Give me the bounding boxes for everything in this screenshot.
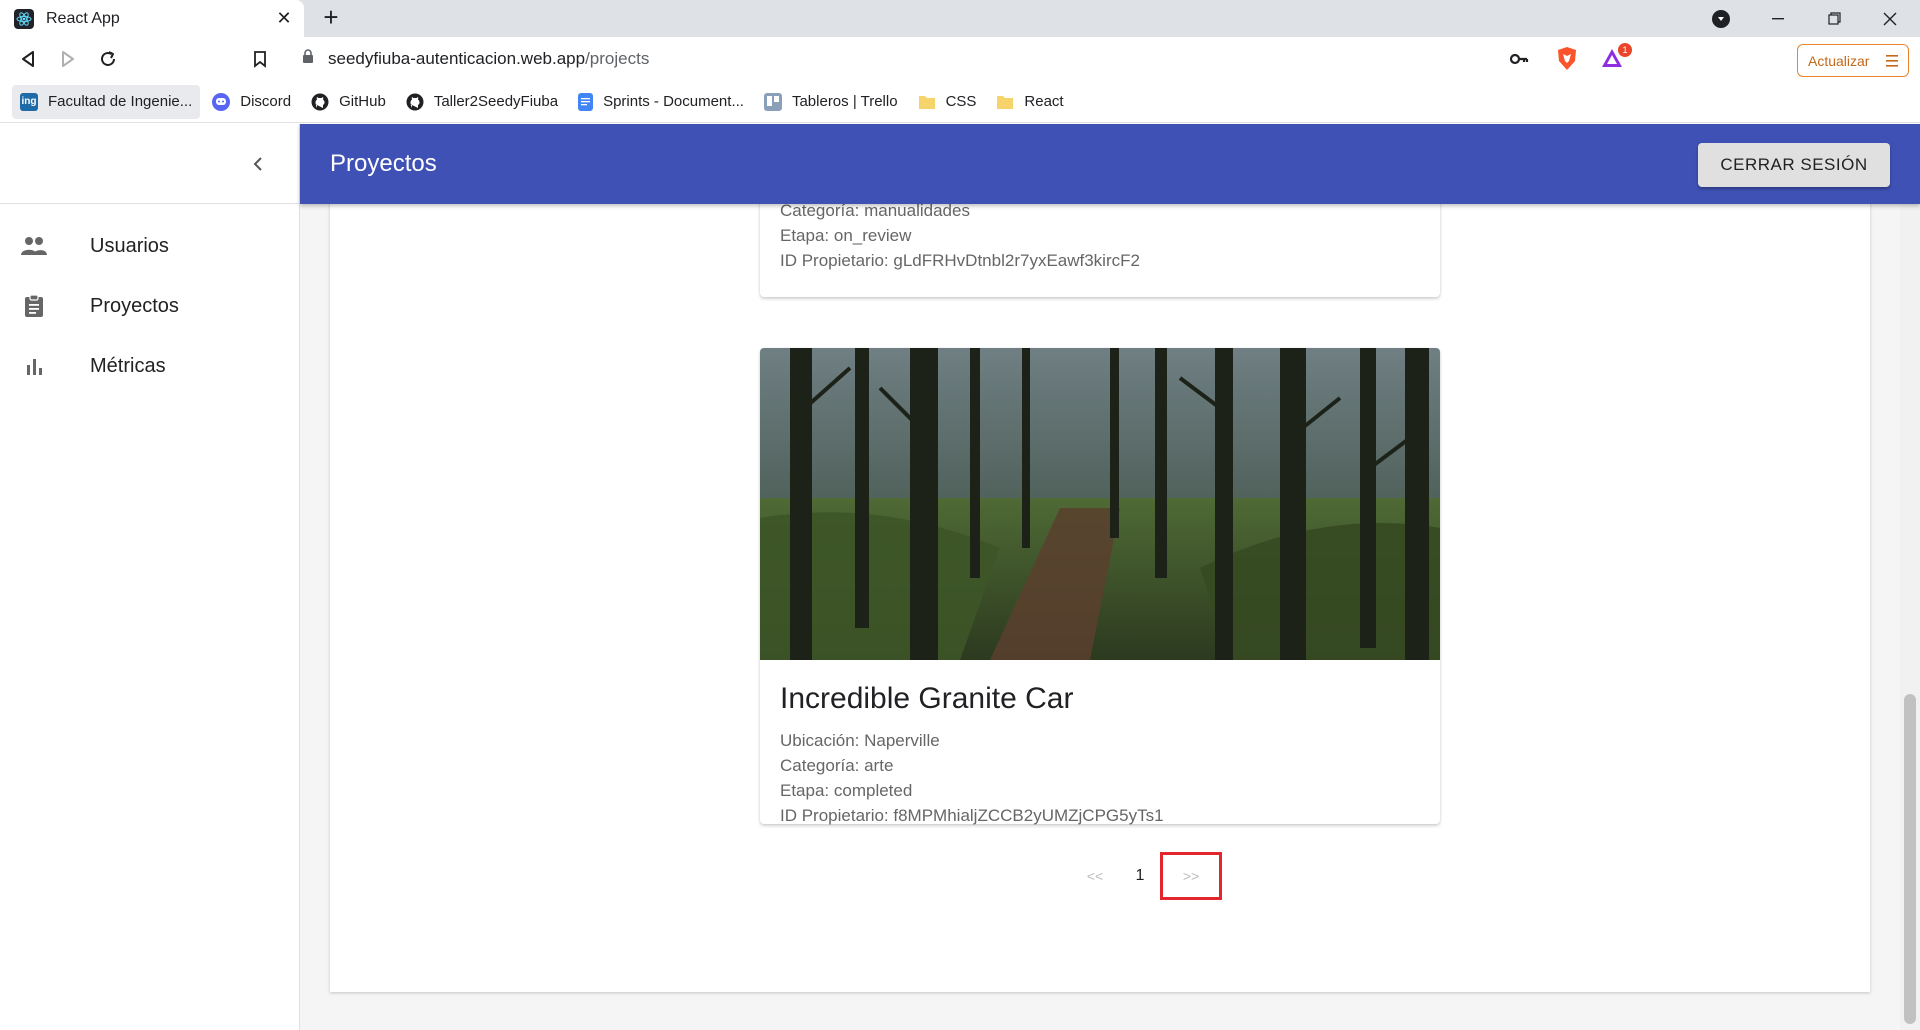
- projects-panel: Categoría: manualidades Etapa: on_review…: [330, 204, 1870, 992]
- sidebar-item-label: Usuarios: [90, 234, 169, 257]
- bookmark-item[interactable]: React: [988, 85, 1071, 119]
- github-icon: [311, 93, 329, 111]
- new-tab-icon[interactable]: +: [318, 4, 344, 31]
- bookmarks-bar: ing Facultad de Ingenie... Discord GitHu…: [0, 81, 1920, 123]
- docs-icon: [578, 92, 594, 111]
- bookmark-label: Facultad de Ingenie...: [48, 93, 193, 110]
- card-category: Categoría: manualidades: [780, 204, 970, 220]
- project-card[interactable]: Categoría: manualidades Etapa: on_review…: [760, 204, 1440, 297]
- lock-icon: [302, 49, 314, 69]
- trello-icon: [763, 92, 782, 111]
- card-details: Categoría: manualidades Etapa: on_review…: [780, 204, 1140, 273]
- menu-icon: [1886, 55, 1898, 67]
- bar-chart-icon: [20, 354, 48, 378]
- chevron-left-icon[interactable]: [244, 150, 272, 178]
- bookmark-item[interactable]: ing Facultad de Ingenie...: [12, 84, 201, 119]
- fiuba-icon: ing: [20, 92, 38, 111]
- card-owner-id: ID Propietario: f8MPMhialjZCCB2yUMZjCPG5…: [780, 806, 1164, 825]
- tab-title: React App: [46, 9, 120, 27]
- sidebar: Usuarios Proyectos Métricas: [0, 124, 300, 1030]
- address-bar[interactable]: seedyfiuba-autenticacion.web.app/project…: [288, 42, 1656, 76]
- sidebar-item-label: Proyectos: [90, 294, 179, 317]
- discord-icon: [212, 92, 231, 111]
- update-label: Actualizar: [1808, 52, 1870, 69]
- people-icon: [20, 234, 48, 258]
- browser-tab[interactable]: React App ✕: [0, 0, 304, 37]
- sidebar-item-proyectos[interactable]: Proyectos: [0, 276, 299, 336]
- card-stage: Etapa: completed: [780, 781, 913, 800]
- scroll-thumb[interactable]: [1904, 694, 1916, 1024]
- sidebar-item-usuarios[interactable]: Usuarios: [0, 216, 299, 276]
- update-button[interactable]: Actualizar: [1797, 44, 1909, 77]
- app-bar: Proyectos CERRAR SESIÓN: [300, 124, 1920, 204]
- bookmark-item[interactable]: CSS: [910, 85, 985, 119]
- bookmark-label: React: [1024, 93, 1064, 110]
- pagination: << 1 >>: [1070, 852, 1222, 900]
- forward-icon[interactable]: [54, 45, 82, 73]
- card-location: Ubicación: Naperville: [780, 731, 940, 750]
- bookmark-item[interactable]: Sprints - Document...: [570, 85, 752, 119]
- url-text: seedyfiuba-autenticacion.web.app/project…: [328, 49, 649, 69]
- key-icon[interactable]: [1508, 48, 1530, 75]
- bookmark-label: Discord: [240, 93, 292, 110]
- next-page-button[interactable]: >>: [1160, 852, 1222, 900]
- react-favicon-icon: [14, 8, 34, 29]
- bookmark-item[interactable]: Discord: [204, 85, 299, 119]
- main-content: Categoría: manualidades Etapa: on_review…: [300, 204, 1900, 1030]
- card-title: Incredible Granite Car: [780, 682, 1074, 715]
- bookmark-label: Sprints - Document...: [603, 93, 744, 110]
- bookmark-item[interactable]: GitHub: [303, 85, 394, 119]
- bookmark-label: GitHub: [339, 93, 386, 110]
- page-title: Proyectos: [330, 150, 437, 177]
- sidebar-item-metricas[interactable]: Métricas: [0, 336, 299, 396]
- github-icon: [406, 93, 424, 111]
- rewards-badge: 1: [1618, 43, 1632, 57]
- sidebar-item-label: Métricas: [90, 354, 166, 377]
- prev-page-button[interactable]: <<: [1070, 868, 1120, 884]
- clipboard-icon: [20, 294, 48, 318]
- project-card[interactable]: Incredible Granite Car Ubicación: Naperv…: [760, 348, 1440, 825]
- card-body: Incredible Granite Car Ubicación: Naperv…: [760, 660, 1440, 850]
- card-category: Categoría: arte: [780, 756, 894, 775]
- back-icon[interactable]: [14, 45, 42, 73]
- bookmark-label: CSS: [945, 93, 977, 110]
- card-owner-id: ID Propietario: gLdFRHvDtnbl2r7yxEawf3ki…: [780, 251, 1140, 270]
- tab-strip: React App ✕ +: [0, 0, 1920, 37]
- logout-button[interactable]: CERRAR SESIÓN: [1698, 143, 1890, 187]
- url-host: seedyfiuba-autenticacion.web.app: [328, 49, 586, 68]
- minimize-icon[interactable]: [1752, 0, 1804, 37]
- browser-toolbar: seedyfiuba-autenticacion.web.app/project…: [0, 37, 1920, 81]
- card-stage: Etapa: on_review: [780, 226, 912, 245]
- sidebar-header: [0, 124, 299, 204]
- project-image: [760, 348, 1440, 660]
- page-number[interactable]: 1: [1120, 867, 1160, 885]
- bookmark-item[interactable]: Tableros | Trello: [756, 85, 906, 119]
- close-window-icon[interactable]: [1864, 0, 1916, 37]
- restore-icon[interactable]: [1808, 0, 1860, 37]
- url-path: /projects: [585, 49, 650, 68]
- scrollbar[interactable]: [1900, 204, 1920, 1030]
- bookmark-label: Tableros | Trello: [791, 93, 898, 110]
- bookmark-item[interactable]: Taller2SeedyFiuba: [398, 85, 566, 119]
- folder-icon: [996, 93, 1014, 111]
- reload-icon[interactable]: [94, 45, 122, 73]
- bookmark-label: Taller2SeedyFiuba: [433, 93, 559, 110]
- brave-shields-icon[interactable]: [1556, 46, 1578, 77]
- bookmark-icon[interactable]: [246, 45, 274, 73]
- tab-close-icon[interactable]: ✕: [274, 8, 294, 28]
- tab-search-icon[interactable]: [1712, 10, 1730, 28]
- folder-icon: [918, 93, 936, 111]
